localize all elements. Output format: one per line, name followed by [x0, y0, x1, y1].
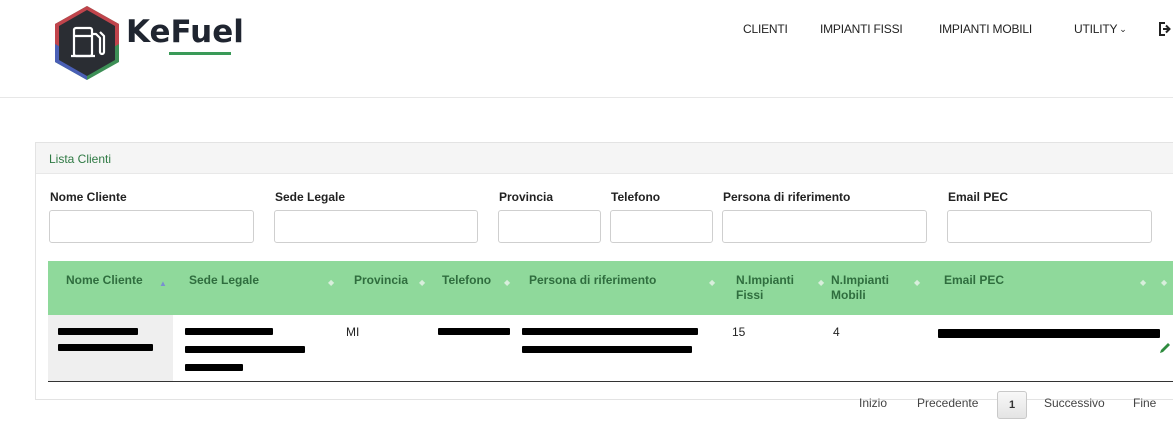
cell-nome-cliente — [48, 315, 173, 381]
pencil-icon[interactable] — [1158, 341, 1172, 355]
nav-item-impianti-fissi[interactable]: IMPIANTI FISSI — [820, 22, 903, 36]
column-header-persona[interactable]: Persona di riferimento — [529, 273, 656, 288]
sort-both-icon[interactable]: ◆ — [504, 279, 510, 287]
filter-label-sede-legale: Sede Legale — [275, 190, 346, 204]
redacted-text — [938, 329, 1160, 338]
table-header: Nome Cliente ▲ Sede Legale ◆ Provincia ◆… — [48, 261, 1173, 315]
cell-provincia: MI — [346, 325, 360, 339]
sort-asc-icon[interactable]: ▲ — [159, 280, 167, 288]
clients-panel: Lista Clienti Nome Cliente Sede Legale P… — [35, 142, 1173, 419]
filter-label-nome-cliente: Nome Cliente — [50, 190, 127, 204]
main-nav: CLIENTI IMPIANTI FISSI IMPIANTI MOBILI U… — [0, 22, 1173, 42]
filter-input-sede-legale[interactable] — [274, 210, 478, 243]
sort-both-icon[interactable]: ◆ — [818, 279, 824, 287]
nav-item-utility-label: UTILITY — [1074, 22, 1118, 36]
nav-item-utility[interactable]: UTILITY ⌄ — [1074, 22, 1127, 36]
column-header-provincia[interactable]: Provincia — [354, 273, 408, 288]
filter-input-provincia[interactable] — [498, 210, 601, 243]
redacted-text — [185, 328, 273, 335]
brand-underline — [169, 52, 231, 55]
pagination-last[interactable]: Fine — [1133, 396, 1156, 410]
filter-label-telefono: Telefono — [611, 190, 661, 204]
pagination-next[interactable]: Successivo — [1044, 396, 1105, 410]
panel-heading: Lista Clienti — [36, 143, 1173, 174]
filter-input-persona[interactable] — [722, 210, 927, 243]
filter-label-persona: Persona di riferimento — [723, 190, 851, 204]
logout-icon[interactable] — [1158, 20, 1172, 38]
sort-both-icon[interactable]: ◆ — [709, 279, 715, 287]
column-header-sede-legale[interactable]: Sede Legale — [189, 273, 259, 288]
pagination-first[interactable]: Inizio — [859, 396, 887, 410]
pagination-previous[interactable]: Precedente — [917, 396, 978, 410]
nav-item-clienti[interactable]: CLIENTI — [743, 22, 788, 36]
redacted-text — [185, 346, 305, 353]
sort-both-icon[interactable]: ◆ — [1161, 279, 1167, 287]
sort-both-icon[interactable]: ◆ — [914, 279, 920, 287]
sort-both-icon[interactable]: ◆ — [419, 279, 425, 287]
column-header-impianti-mobili[interactable]: N.Impianti Mobili — [831, 273, 907, 303]
column-header-impianti-fissi[interactable]: N.Impianti Fissi — [736, 273, 810, 303]
column-header-telefono[interactable]: Telefono — [442, 273, 491, 288]
column-header-nome-cliente[interactable]: Nome Cliente — [66, 273, 143, 288]
sort-both-icon[interactable]: ◆ — [328, 279, 334, 287]
redacted-text — [58, 328, 138, 335]
sort-both-icon[interactable]: ◆ — [1140, 279, 1146, 287]
redacted-text — [522, 328, 698, 335]
redacted-text — [522, 346, 692, 353]
redacted-text — [438, 328, 510, 335]
chevron-down-icon: ⌄ — [1119, 24, 1127, 34]
table-row[interactable]: MI 15 4 — [48, 315, 1173, 382]
column-header-email-pec[interactable]: Email PEC — [944, 273, 1004, 288]
pagination-page-current[interactable]: 1 — [997, 391, 1027, 419]
redacted-text — [185, 364, 243, 371]
cell-impianti-fissi: 15 — [732, 325, 746, 339]
cell-impianti-mobili: 4 — [833, 325, 840, 339]
filter-input-nome-cliente[interactable] — [49, 210, 254, 243]
filter-input-telefono[interactable] — [610, 210, 713, 243]
filter-label-email-pec: Email PEC — [948, 190, 1009, 204]
top-navbar: KeFuel CLIENTI IMPIANTI FISSI IMPIANTI M… — [0, 0, 1173, 98]
filter-label-provincia: Provincia — [499, 190, 554, 204]
redacted-text — [58, 344, 153, 351]
nav-item-impianti-mobili[interactable]: IMPIANTI MOBILI — [939, 22, 1032, 36]
panel-title: Lista Clienti — [49, 152, 112, 166]
filter-input-email-pec[interactable] — [947, 210, 1152, 243]
